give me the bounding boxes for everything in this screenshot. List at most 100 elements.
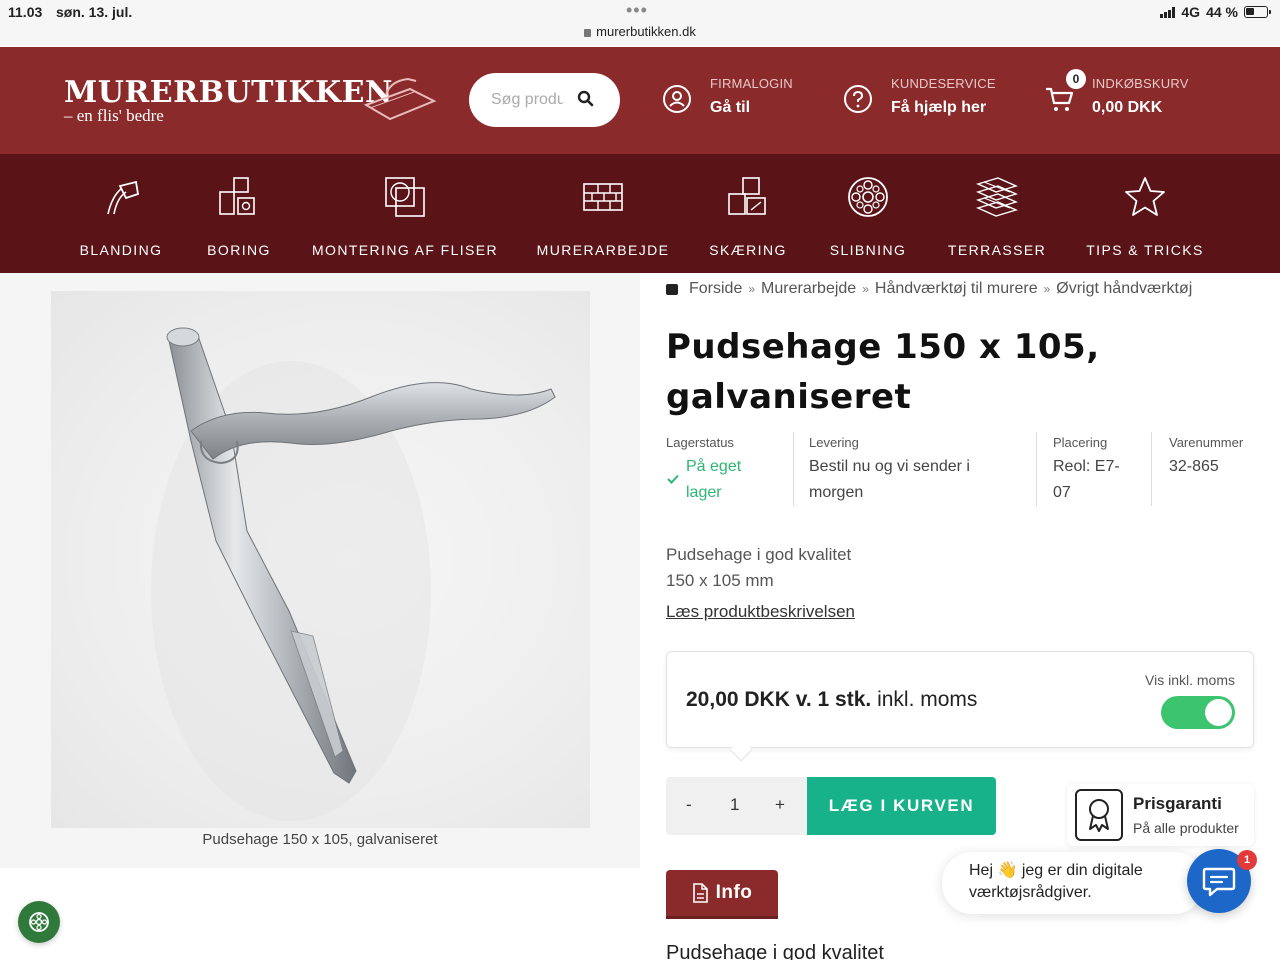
placement-info: Placering Reol: E7- 07 (1053, 434, 1120, 506)
cart-small: INDKØBSKURV (1092, 76, 1189, 91)
vat-toggle[interactable] (1161, 696, 1235, 729)
status-time: 11.03 (8, 4, 43, 20)
status-bar: 11.03 søn. 13. jul. ••• murerbutikken.dk… (0, 0, 1280, 46)
guarantee-subtitle: På alle produkter (1133, 820, 1239, 836)
category-label: TIPS & TRICKS (1086, 242, 1204, 258)
description-line: Pudsehage i god kvalitet (666, 545, 852, 564)
product-title-line: galvaniseret (666, 377, 912, 417)
firm-login-link[interactable]: FIRMALOGIN Gå til (662, 75, 793, 123)
plaster-hook-image (151, 327, 556, 821)
firm-login-small: FIRMALOGIN (710, 76, 793, 91)
trowel-logo-icon (363, 77, 437, 121)
toggle-knob (1205, 699, 1232, 726)
help-circle-icon (844, 85, 872, 113)
customer-service-link[interactable]: KUNDESERVICE Få hjælp her (843, 75, 996, 123)
user-circle-icon (663, 85, 691, 113)
category-label: BORING (207, 242, 271, 258)
home-icon (666, 283, 678, 295)
delivery-info: Levering Bestil nu og vi sender i morgen (809, 434, 970, 506)
sku-value: 32-865 (1169, 458, 1219, 475)
cookie-settings-button[interactable] (18, 901, 60, 943)
chat-line: Hej 👋 jeg er din digitale (969, 862, 1143, 879)
sku-label: Varenummer (1169, 435, 1244, 450)
search-input[interactable] (491, 88, 563, 112)
stock-value-line: lager (686, 484, 722, 501)
lock-icon (584, 29, 592, 37)
quantity-stepper: - 1 + (666, 777, 807, 835)
chat-greeting-bubble[interactable]: Hej 👋 jeg er din digitale værktøjsrådgiv… (942, 852, 1204, 914)
stock-value: På eget lager (686, 454, 741, 506)
award-ribbon-icon (1075, 789, 1123, 841)
tab-info[interactable]: Info (666, 870, 778, 916)
stock-value-line: På eget (686, 458, 742, 475)
add-to-cart-button[interactable]: LÆG I KURVEN (807, 777, 996, 835)
firm-login-big: Gå til (710, 99, 751, 116)
price-amount: 20,00 DKK v. 1 stk. (686, 688, 872, 711)
description-line: 150 x 105 mm (666, 571, 774, 590)
read-description-link[interactable]: Læs produktbeskrivelsen (666, 602, 855, 622)
site-logo[interactable]: MURERBUTIKKEN – en flis' bedre (64, 75, 393, 125)
category-label: SKÆRING (709, 242, 787, 258)
quantity-decrease-button[interactable]: - (686, 795, 692, 815)
category-montering-af-fliser[interactable]: MONTERING AF FLISER (311, 154, 499, 273)
tile-cutting-icon (728, 177, 766, 215)
network-type: 4G (1181, 4, 1201, 20)
cookie-settings-icon (29, 912, 49, 932)
category-blanding[interactable]: BLANDING (79, 154, 163, 273)
tile-mounting-icon (385, 177, 425, 217)
grinding-disc-icon (848, 177, 888, 217)
sku-info: Varenummer 32-865 (1169, 434, 1243, 480)
product-image[interactable] (51, 291, 590, 828)
tab-overflow-dots-icon[interactable]: ••• (626, 0, 648, 21)
battery-icon (1244, 6, 1271, 18)
stock-label: Lagerstatus (666, 435, 734, 450)
search-box[interactable] (469, 73, 620, 127)
logo-tagline: – en flis' bedre (64, 106, 164, 125)
vat-toggle-label: Vis inkl. moms (1145, 672, 1235, 688)
divider (1151, 432, 1152, 506)
chat-greeting-text: Hej 👋 jeg er din digitale værktøjsrådgiv… (969, 860, 1143, 904)
category-terrasser[interactable]: TERRASSER (948, 154, 1045, 273)
placement-label: Placering (1053, 435, 1108, 450)
price-suffix: inkl. moms (877, 688, 978, 711)
quantity-value[interactable]: 1 (730, 795, 739, 815)
breadcrumb-item[interactable]: Øvrigt håndværktøj (1056, 280, 1192, 298)
price-guarantee-badge[interactable]: Prisgaranti På alle produkter (1067, 784, 1254, 846)
stock-status: Lagerstatus På eget lager (666, 434, 741, 506)
battery-percent: 44 % (1206, 4, 1238, 20)
category-label: MONTERING AF FLISER (311, 242, 499, 258)
placement-value-line: Reol: E7- (1053, 458, 1120, 475)
category-nav: BLANDING BORING MONTERING AF FLISER MURE… (0, 154, 1280, 273)
url-bar[interactable]: murerbutikken.dk (0, 24, 1280, 39)
category-slibning[interactable]: SLIBNING (830, 154, 906, 273)
cart-count-badge: 0 (1066, 69, 1086, 89)
category-label: SLIBNING (829, 242, 907, 258)
breadcrumb-item[interactable]: Forside (689, 280, 742, 298)
category-skaering[interactable]: SKÆRING (709, 154, 787, 273)
brick-wall-icon (583, 183, 623, 211)
image-caption: Pudsehage 150 x 105, galvaniseret (202, 831, 438, 848)
category-label: MURERARBEJDE (536, 242, 670, 258)
quantity-increase-button[interactable]: + (775, 795, 785, 815)
status-indicators: 4G 44 % (1160, 4, 1271, 20)
price-box: 20,00 DKK v. 1 stk. inkl. moms Vis inkl.… (666, 651, 1254, 748)
customer-service-small: KUNDESERVICE (891, 76, 996, 91)
breadcrumb-item[interactable]: Murerarbejde (761, 280, 856, 298)
category-tips-tricks[interactable]: TIPS & TRICKS (1086, 154, 1204, 273)
delivery-value-line: Bestil nu og vi sender i (809, 458, 970, 475)
breadcrumb-separator: » (862, 282, 869, 296)
product-image-panel: Pudsehage 150 x 105, galvaniseret (0, 273, 640, 868)
delivery-value: Bestil nu og vi sender i morgen (809, 454, 970, 506)
signal-icon (1160, 6, 1176, 18)
search-icon[interactable] (576, 89, 596, 109)
price: 20,00 DKK v. 1 stk. inkl. moms (686, 688, 977, 712)
category-boring[interactable]: BORING (207, 154, 271, 273)
mixing-bucket-icon (107, 180, 140, 215)
breadcrumb-item[interactable]: Håndværktøj til murere (875, 280, 1038, 298)
category-murerarbejde[interactable]: MURERARBEJDE (536, 154, 670, 273)
placement-value: Reol: E7- 07 (1053, 454, 1120, 506)
guarantee-title: Prisgaranti (1133, 794, 1222, 813)
breadcrumb-separator: » (748, 282, 756, 296)
logo-name: MURERBUTIKKEN (64, 75, 393, 110)
divider (793, 432, 794, 506)
